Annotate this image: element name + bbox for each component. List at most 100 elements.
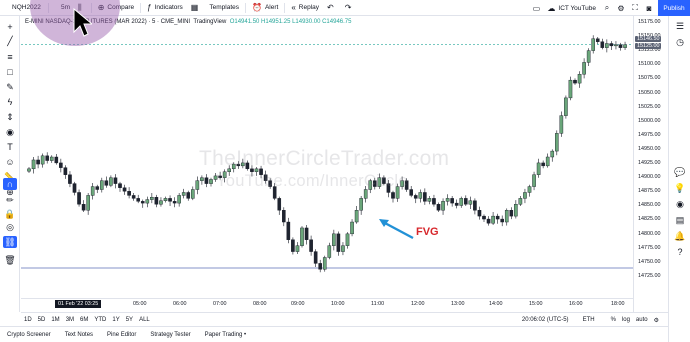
emoji-tool[interactable]: ☺ — [3, 156, 17, 168]
smiley-icon: ☺ — [5, 157, 15, 167]
range-button-all[interactable]: ALL — [136, 317, 153, 323]
range-button-1m[interactable]: 1M — [48, 317, 62, 323]
alert-label: Alert — [264, 4, 279, 11]
chat-button[interactable]: 💬 — [673, 166, 687, 178]
horizontal-lines-tool[interactable]: ≡ — [3, 51, 17, 63]
settings-button[interactable]: ⚙ — [614, 4, 628, 13]
settings-icon[interactable]: ⚙ — [651, 317, 662, 324]
trendline-tool[interactable]: ╱ — [3, 35, 17, 47]
alert-button[interactable]: ⏰ Alert — [248, 0, 282, 16]
rectangle-tool[interactable]: □ — [3, 66, 17, 78]
candle-down — [454, 202, 459, 206]
stay-drawing-tool[interactable]: ✏ — [3, 194, 17, 206]
range-button-3m[interactable]: 3M — [63, 317, 77, 323]
delete-tool[interactable]: 🗑 — [3, 254, 17, 266]
candle-up — [536, 162, 541, 175]
broadcast-icon: ◉ — [676, 199, 684, 209]
price-tick-label: 14975.00 — [638, 131, 661, 138]
bottom-tab-paper-trading[interactable]: Paper Trading • — [198, 332, 253, 338]
time-tick-label: 12:00 — [411, 301, 425, 307]
candle-up — [532, 174, 536, 187]
undo-button[interactable]: ↶ — [323, 0, 341, 16]
candle-up — [354, 209, 359, 223]
bottom-tab-strategy-tester[interactable]: Strategy Tester — [143, 332, 197, 338]
range-button-ytd[interactable]: YTD — [91, 317, 109, 323]
text-icon: T — [7, 142, 13, 152]
notifications-button[interactable]: 🔔 — [673, 230, 687, 242]
candle-down — [500, 218, 505, 223]
candle-up — [359, 198, 363, 211]
time-tick-label: 16:00 — [569, 301, 583, 307]
trash-icon: 🗑 — [4, 255, 16, 265]
percent-toggle[interactable]: % — [608, 317, 619, 323]
bottom-tab-pine-editor[interactable]: Pine Editor — [100, 332, 143, 338]
ideas-button[interactable]: 💡 — [673, 182, 687, 194]
pattern-tool[interactable]: ϟ — [3, 96, 17, 108]
session-toggle[interactable]: ETH — [580, 317, 598, 323]
layout-grid-button[interactable]: ▦ — [187, 0, 206, 16]
clock-readout[interactable]: 20:06:02 (UTC-5) — [519, 317, 572, 323]
calendar-icon: ▤ — [675, 215, 685, 225]
indicators-button[interactable]: ƒ Indicators — [143, 0, 187, 16]
candle-down — [72, 183, 77, 193]
time-axis[interactable]: 01 Feb '22 03:25 05:00 06:00 07:00 08:00 09:… — [21, 298, 633, 312]
publish-button[interactable]: Publish — [658, 0, 690, 16]
text-tool[interactable]: T — [3, 141, 17, 153]
magnet-icon: ∩ — [6, 179, 14, 189]
range-button-1y[interactable]: 1Y — [109, 317, 122, 323]
candle-down — [318, 263, 323, 270]
layout-button[interactable]: ▭ — [529, 4, 543, 13]
candle-down — [172, 201, 177, 204]
candle-down — [95, 186, 100, 190]
candle-up — [468, 200, 473, 205]
chart-pane[interactable]: E-MINI NASDAQ-100 FUTURES (MAR 2022) · 5… — [21, 16, 668, 312]
replay-button[interactable]: « Replay — [287, 0, 323, 16]
measure-tool[interactable]: ⇕ — [3, 111, 17, 123]
candle-down — [336, 233, 341, 252]
auto-toggle[interactable]: auto — [633, 317, 651, 323]
bottom-panel-tabs: Crypto Screener Text Notes Pine Editor Stra… — [0, 326, 668, 342]
crosshair-tool[interactable]: + — [3, 21, 17, 33]
range-button-5d[interactable]: 5D — [35, 317, 49, 323]
bottom-tab-crypto-screener[interactable]: Crypto Screener — [0, 332, 58, 338]
lock-tool[interactable]: 🔒 — [3, 208, 17, 220]
candle-down — [168, 198, 172, 202]
fullscreen-button[interactable]: ⛶ — [628, 3, 642, 13]
undo-icon: ↶ — [327, 3, 334, 12]
search-button[interactable]: ⌕ — [600, 3, 614, 13]
candle-down — [282, 209, 286, 223]
candle-down — [204, 177, 209, 184]
range-button-5y[interactable]: 5Y — [123, 317, 136, 323]
time-tick-label: 14:00 — [489, 301, 503, 307]
candle-up — [109, 177, 113, 186]
chat-icon: 💬 — [674, 167, 686, 177]
bottom-tab-text-notes[interactable]: Text Notes — [58, 332, 100, 338]
price-tick-label: 15050.00 — [638, 89, 661, 96]
replay-label: Replay — [298, 4, 320, 11]
snapshot-button[interactable]: ◙ — [642, 4, 656, 13]
layout-name-label: ICT YouTube — [558, 4, 596, 12]
legend-source: TradingView — [193, 19, 227, 25]
candle-up — [623, 44, 627, 48]
alerts-panel-button[interactable]: ◷ — [673, 36, 687, 48]
watermark-youtube: YouTube.com/InnerCircle — [216, 172, 408, 190]
magnet-tool[interactable]: ∩ — [3, 178, 17, 190]
layout-name-button[interactable]: ☁ ICT YouTube — [543, 0, 600, 16]
brush-tool[interactable]: ✎ — [3, 81, 17, 93]
eye-tool[interactable]: ◉ — [3, 126, 17, 138]
streams-button[interactable]: ◉ — [673, 198, 687, 210]
visibility-tool[interactable]: ◎ — [3, 221, 17, 233]
help-button[interactable]: ? — [673, 246, 687, 258]
calendar-button[interactable]: ▤ — [673, 214, 687, 226]
watchlist-button[interactable]: ☰ — [673, 20, 687, 32]
candle-up — [345, 233, 350, 246]
candle-down — [473, 200, 477, 211]
log-toggle[interactable]: log — [619, 317, 633, 323]
price-axis[interactable]: 15175.0015150.0015125.0015100.0015075.00… — [633, 16, 668, 312]
templates-button[interactable]: Templates — [205, 0, 243, 16]
sync-tool[interactable]: ⛓ — [3, 236, 17, 248]
cloud-icon: ☁ — [547, 3, 556, 13]
redo-button[interactable]: ↷ — [341, 0, 359, 16]
range-button-6m[interactable]: 6M — [77, 317, 91, 323]
range-button-1d[interactable]: 1D — [21, 317, 35, 323]
